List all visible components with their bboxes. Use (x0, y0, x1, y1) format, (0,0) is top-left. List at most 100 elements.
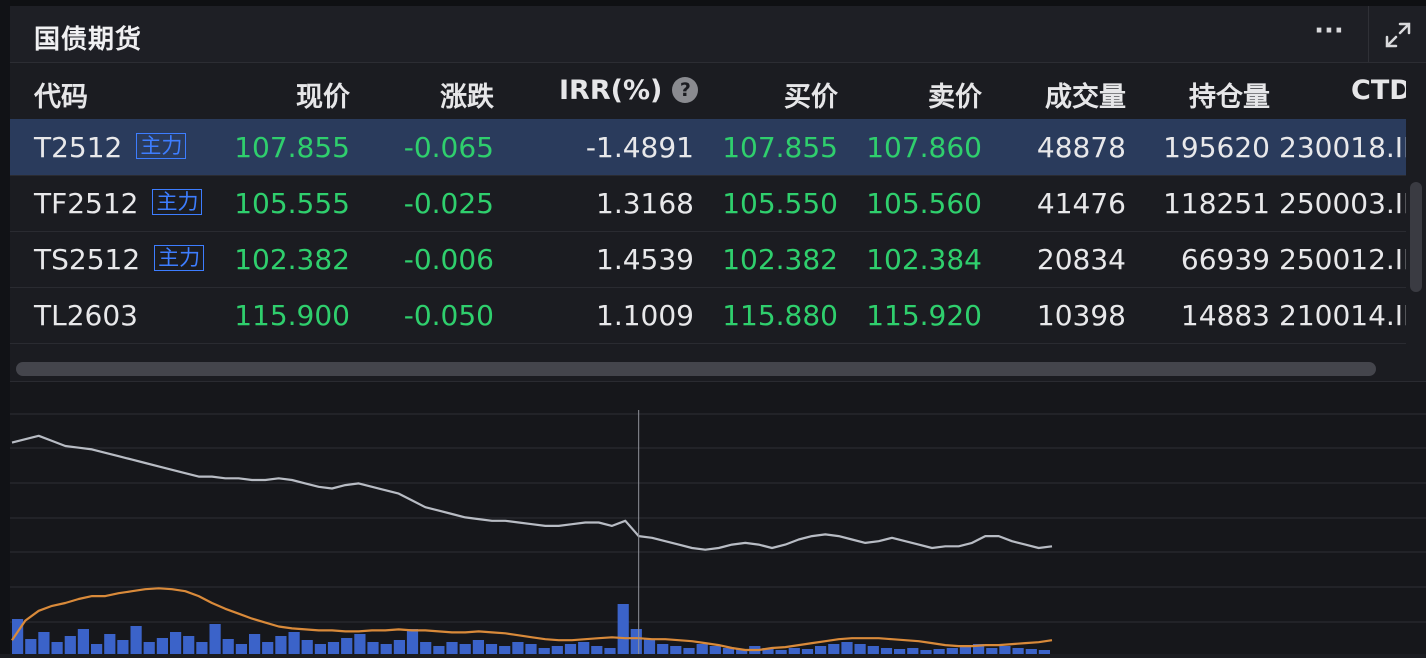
volume-bar (643, 639, 656, 654)
volume-bar (472, 640, 484, 654)
table-row[interactable]: TF2512 主力 105.555 -0.025 1.3168 105.550 1… (10, 175, 1406, 232)
price-cell: 115.900 (234, 299, 350, 332)
col-open-interest[interactable]: 持仓量 (1189, 75, 1270, 114)
col-irr[interactable]: IRR(%)? (559, 75, 699, 106)
table-row[interactable]: T2512 主力 107.855 -0.065 -1.4891 107.855 1… (10, 119, 1406, 176)
volume-bar (986, 648, 998, 654)
col-ask[interactable]: 卖价 (928, 75, 982, 114)
volume-bar (657, 644, 669, 654)
volume-bar (196, 642, 208, 654)
open-interest-cell: 118251 (1163, 187, 1270, 220)
col-price[interactable]: 现价 (296, 75, 350, 114)
volume-bar (1025, 649, 1037, 654)
volume-bar (512, 642, 524, 654)
volume-bar (525, 644, 537, 654)
futures-table: T2512 主力 107.855 -0.065 -1.4891 107.855 1… (10, 119, 1406, 345)
volume-bar (604, 648, 616, 654)
volume-bar (894, 649, 906, 654)
price-cell: 107.855 (234, 131, 350, 164)
volume-bar (156, 638, 168, 654)
table-row[interactable]: TL2603 115.900 -0.050 1.1009 115.880 115… (10, 287, 1406, 344)
horizontal-scrollbar[interactable] (10, 345, 1426, 382)
volume-bar (1038, 650, 1050, 654)
volume-bar (696, 644, 708, 654)
expand-icon (1385, 22, 1411, 48)
volume-bar (933, 649, 945, 654)
volume-bar (222, 639, 234, 654)
volume-bar (341, 638, 353, 654)
volume-bar (314, 644, 326, 654)
panel-title: 国债期货 (34, 25, 143, 55)
volume-bar (499, 646, 511, 654)
table-row[interactable]: TS2512 主力 102.382 -0.006 1.4539 102.382 1… (10, 231, 1406, 288)
volume-bar (841, 642, 853, 654)
volume-bar (815, 646, 827, 654)
volume-bar (77, 629, 89, 654)
col-volume[interactable]: 成交量 (1045, 75, 1126, 114)
volume-bar (920, 650, 932, 654)
more-icon: ··· (1314, 16, 1344, 46)
col-change[interactable]: 涨跌 (440, 75, 494, 114)
help-icon[interactable]: ? (672, 77, 699, 103)
irr-cell: 1.1009 (596, 299, 694, 332)
volume-bar (420, 642, 432, 654)
code-cell: TL2603 (34, 299, 138, 332)
col-bid[interactable]: 买价 (784, 75, 838, 114)
change-cell: -0.050 (403, 299, 494, 332)
volume-bar (709, 646, 721, 654)
more-options-button[interactable]: ··· (1302, 12, 1356, 56)
volume-bar (235, 644, 247, 654)
volume-bar (301, 640, 313, 654)
volume-bar (485, 644, 498, 654)
window-left-edge (0, 0, 10, 654)
bid-cell: 102.382 (722, 243, 838, 276)
volume-bar (275, 636, 287, 654)
ask-cell: 102.384 (866, 243, 982, 276)
volume-bar (117, 640, 129, 654)
table-header: 代码 现价 涨跌 IRR(%)? 买价 卖价 成交量 持仓量 CTD (10, 63, 1412, 119)
change-cell: -0.006 (403, 243, 494, 276)
irr-cell: 1.3168 (596, 187, 694, 220)
volume-bar (393, 640, 405, 654)
expand-button[interactable] (1368, 6, 1426, 62)
volume-bar (64, 636, 76, 654)
open-interest-cell: 195620 (1163, 131, 1270, 164)
horizontal-scrollbar-thumb[interactable] (16, 362, 1376, 376)
col-irr-label: IRR(%) (559, 75, 663, 106)
volume-bar (946, 648, 958, 654)
change-cell: -0.025 (403, 187, 494, 220)
volume-bar (788, 648, 800, 654)
volume-cell: 41476 (1036, 187, 1126, 220)
col-ctd[interactable]: CTD (1351, 75, 1412, 106)
main-contract-tag: 主力 (152, 189, 203, 215)
code-cell: T2512 主力 (34, 131, 187, 164)
volume-bar (288, 632, 300, 654)
change-cell: -0.065 (403, 131, 494, 164)
ctd-cell: 210014.IB (1279, 299, 1406, 332)
volume-bar (999, 646, 1011, 654)
volume-bar (538, 648, 550, 654)
volume-bar (406, 629, 419, 654)
volume-bar (209, 624, 221, 654)
volume-bar (617, 604, 629, 654)
volume-bar (170, 632, 182, 654)
volume-bar (262, 642, 274, 654)
volume-bar (459, 644, 471, 654)
intraday-chart[interactable] (10, 382, 1426, 654)
ctd-cell: 230018.IB (1279, 131, 1406, 164)
volume-bar (91, 644, 103, 654)
volume-bar (907, 648, 919, 654)
open-interest-cell: 14883 (1180, 299, 1270, 332)
price-cell: 105.555 (234, 187, 350, 220)
volume-bar (354, 634, 366, 654)
volume-bar (249, 634, 261, 654)
open-interest-cell: 66939 (1180, 243, 1270, 276)
vertical-scrollbar-thumb[interactable] (1410, 182, 1422, 292)
volume-bar (670, 646, 682, 654)
col-code[interactable]: 代码 (34, 75, 88, 114)
volume-bar (828, 644, 840, 654)
bid-cell: 105.550 (722, 187, 838, 220)
irr-cell: -1.4891 (585, 131, 694, 164)
volume-bar (683, 648, 695, 654)
ask-cell: 105.560 (866, 187, 982, 220)
